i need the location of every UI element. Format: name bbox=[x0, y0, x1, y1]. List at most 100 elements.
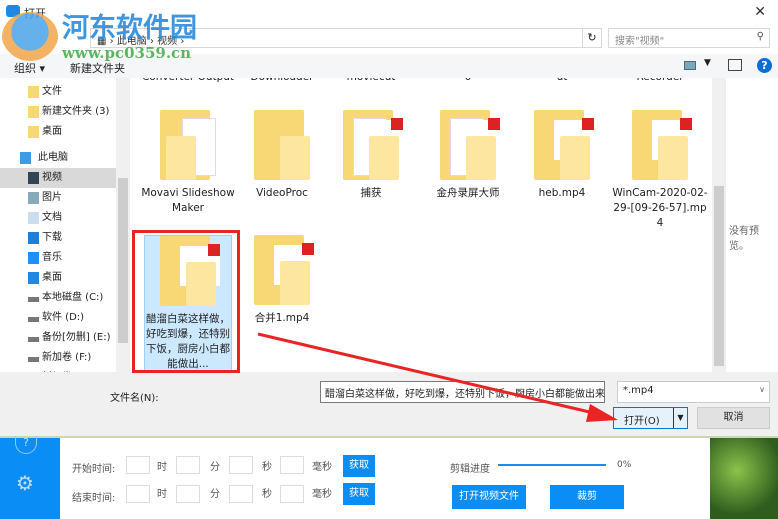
get-start-button[interactable]: 获取 bbox=[343, 455, 375, 477]
file-label: 金舟录屏大师 bbox=[436, 187, 500, 199]
video-icon bbox=[28, 172, 39, 184]
nav-scrollbar[interactable] bbox=[116, 78, 130, 372]
watermark-url: www.pc0359.cn bbox=[62, 44, 192, 62]
video-file-icon bbox=[628, 110, 692, 182]
file-item[interactable]: WinCam-2020-02-29-[09-26-57].mp4 bbox=[612, 110, 708, 231]
desktop-icon bbox=[28, 272, 39, 284]
filename-label: 文件名(N): bbox=[110, 393, 159, 404]
navigation-pane: 文件 新建文件夹 (3) 桌面 此电脑 视频 图片 文档 下载 音乐 桌面 本地磁盘 (C:) 软件 … bbox=[0, 78, 116, 372]
nav-item[interactable]: 新建文件夹 (3) bbox=[0, 102, 116, 122]
end-minute-input[interactable] bbox=[176, 485, 200, 503]
drive-icon bbox=[28, 317, 39, 322]
nav-item-label: 桌面 bbox=[42, 126, 62, 137]
nav-item[interactable]: 文件 bbox=[0, 82, 116, 102]
organize-button[interactable]: 组织 ▾ bbox=[14, 60, 45, 76]
nav-item[interactable]: 备份[勿删] (E:) bbox=[0, 328, 116, 348]
end-second-input[interactable] bbox=[229, 485, 253, 503]
chevron-down-icon[interactable]: ▼ bbox=[704, 58, 711, 68]
nav-item[interactable]: 下载 bbox=[0, 228, 116, 248]
nav-item[interactable]: 新加卷 (F:) bbox=[0, 348, 116, 368]
file-label: VideoProc bbox=[256, 187, 308, 199]
ms-label: 毫秒 bbox=[312, 489, 332, 500]
nav-item[interactable]: 桌面 bbox=[0, 268, 116, 288]
nav-item[interactable]: 图片 bbox=[0, 188, 116, 208]
file-item[interactable]: 合并1.mp4 bbox=[234, 235, 330, 326]
file-item[interactable]: heb.mp4 bbox=[514, 110, 610, 201]
file-item[interactable]: ut bbox=[514, 78, 610, 85]
file-item[interactable]: Converter Output bbox=[140, 78, 236, 85]
close-icon[interactable]: ✕ bbox=[754, 4, 766, 20]
minute-label: 分 bbox=[210, 489, 220, 500]
search-input[interactable]: 搜索"视频" ⚲ bbox=[608, 28, 770, 48]
open-dropdown-icon[interactable]: ▼ bbox=[673, 408, 687, 428]
end-ms-input[interactable] bbox=[280, 485, 304, 503]
preview-pane-icon[interactable] bbox=[728, 59, 742, 71]
music-icon bbox=[28, 252, 39, 264]
background-image bbox=[710, 438, 778, 519]
minute-label: 分 bbox=[210, 462, 220, 473]
refresh-icon[interactable]: ↻ bbox=[582, 28, 602, 48]
start-second-input[interactable] bbox=[229, 456, 253, 474]
file-item[interactable]: Movavi Slideshow Maker bbox=[140, 110, 236, 216]
file-item[interactable]: Downloader bbox=[234, 78, 330, 85]
end-hour-input[interactable] bbox=[126, 485, 150, 503]
nav-item-label: 下载 bbox=[42, 232, 62, 243]
drive-icon bbox=[28, 337, 39, 342]
document-icon bbox=[28, 212, 39, 224]
filename-value: 醋溜白菜这样做，好吃到爆，还特别下饭，厨房小白都能做出来！(000037.789… bbox=[325, 389, 605, 400]
file-label: Movavi Slideshow Maker bbox=[141, 187, 235, 214]
start-ms-input[interactable] bbox=[280, 456, 304, 474]
progress-bar bbox=[498, 464, 606, 466]
video-file-icon bbox=[530, 110, 594, 182]
view-icon[interactable] bbox=[684, 61, 696, 70]
computer-icon bbox=[20, 152, 31, 164]
nav-item[interactable]: 桌面 bbox=[0, 122, 116, 142]
file-item[interactable]: VideoProc bbox=[234, 110, 330, 201]
nav-item[interactable]: 音乐 bbox=[0, 248, 116, 268]
start-minute-input[interactable] bbox=[176, 456, 200, 474]
file-label: heb.mp4 bbox=[538, 187, 586, 199]
second-label: 秒 bbox=[262, 462, 272, 473]
help-icon[interactable]: ? bbox=[757, 58, 772, 73]
nav-item-label: 图片 bbox=[42, 192, 62, 203]
start-hour-input[interactable] bbox=[126, 456, 150, 474]
cut-button[interactable]: 裁剪 bbox=[550, 485, 624, 509]
get-end-button[interactable]: 获取 bbox=[343, 483, 375, 505]
file-label: moviecut bbox=[323, 78, 419, 85]
file-label: ut bbox=[514, 78, 610, 85]
file-item[interactable]: moviecut bbox=[323, 78, 419, 85]
nav-item[interactable]: 本地磁盘 (C:) bbox=[0, 288, 116, 308]
file-label: WinCam-2020-02-29-[09-26-57].mp4 bbox=[612, 187, 708, 229]
nav-item[interactable]: 视频 bbox=[0, 168, 116, 188]
search-icon: ⚲ bbox=[756, 31, 764, 42]
folder-icon bbox=[436, 110, 500, 182]
file-scrollbar[interactable] bbox=[712, 78, 726, 372]
file-item[interactable]: Recorder bbox=[612, 78, 708, 85]
cancel-button[interactable]: 取消 bbox=[697, 407, 770, 429]
gear-icon[interactable]: ⚙ bbox=[16, 471, 34, 495]
folder-icon bbox=[339, 110, 403, 182]
file-scroll-thumb[interactable] bbox=[714, 186, 724, 366]
file-label: 捕获 bbox=[360, 187, 382, 199]
nav-scroll-thumb[interactable] bbox=[118, 178, 128, 343]
drive-icon bbox=[28, 357, 39, 362]
folder-icon bbox=[28, 126, 39, 138]
new-folder-button[interactable]: 新建文件夹 bbox=[70, 60, 125, 76]
filename-input[interactable]: 醋溜白菜这样做，好吃到爆，还特别下饭，厨房小白都能做出来！(000037.789… bbox=[320, 381, 605, 403]
nav-item-label: 文件 bbox=[42, 86, 62, 97]
nav-item[interactable]: 文档 bbox=[0, 208, 116, 228]
drive-icon bbox=[28, 297, 39, 302]
nav-item[interactable]: 此电脑 bbox=[0, 148, 116, 168]
file-item[interactable]: 0 bbox=[420, 78, 516, 85]
open-video-button[interactable]: 打开视频文件 bbox=[452, 485, 526, 509]
file-label: 合并1.mp4 bbox=[254, 312, 310, 324]
file-type-select[interactable]: *.mp4 ∨ bbox=[617, 381, 770, 403]
open-button[interactable]: 打开(O) ▼ bbox=[613, 407, 688, 429]
second-label: 秒 bbox=[262, 489, 272, 500]
file-item[interactable]: 金舟录屏大师 bbox=[420, 110, 516, 201]
file-label: Downloader bbox=[234, 78, 330, 85]
file-label: Converter Output bbox=[140, 78, 236, 85]
file-item[interactable]: 捕获 bbox=[323, 110, 419, 201]
chevron-down-icon: ∨ bbox=[759, 385, 765, 394]
nav-item[interactable]: 软件 (D:) bbox=[0, 308, 116, 328]
